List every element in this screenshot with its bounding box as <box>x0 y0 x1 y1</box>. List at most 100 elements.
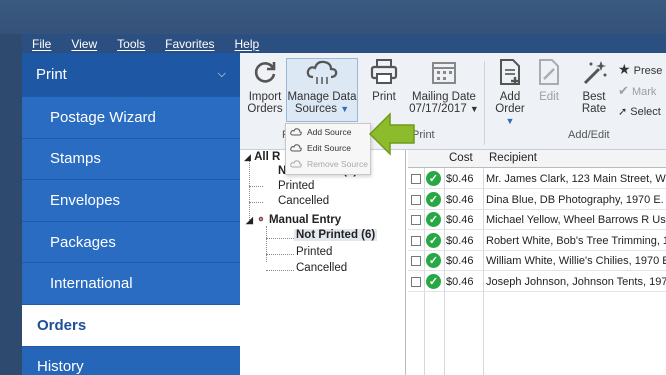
edit-source-label: Edit Source <box>307 143 351 153</box>
menu-favorites[interactable]: Favorites <box>155 37 224 51</box>
menu-file[interactable]: File <box>22 37 61 51</box>
table-row[interactable]: ✓ $0.46 Dina Blue, DB Photography, 1970 E.… <box>408 190 666 210</box>
print-button[interactable]: Print <box>366 57 402 103</box>
sidebar-item-print[interactable]: Print ⌵ <box>22 53 240 97</box>
tree-node-cancelled[interactable]: Cancelled <box>278 195 329 207</box>
tree-node-all[interactable]: ◢ All R <box>244 151 280 163</box>
row-checkbox[interactable] <box>411 276 421 287</box>
row-checkbox[interactable] <box>411 235 421 246</box>
edit-document-icon <box>539 59 559 85</box>
row-checkbox[interactable] <box>411 215 421 225</box>
row-checkbox[interactable] <box>411 256 421 266</box>
column-header-recipient[interactable]: Recipient <box>489 152 537 164</box>
cloud-icon <box>306 60 338 84</box>
menu-help[interactable]: Help <box>225 37 270 51</box>
checkmark-icon: ✓ <box>426 191 441 207</box>
sidebar-item-label: History <box>37 358 84 375</box>
recipient-cell: Joseph Johnson, Johnson Tents, 197 <box>486 275 666 288</box>
add-source-label: Add Source <box>307 127 352 137</box>
import-orders-button[interactable]: Import Orders <box>244 57 286 115</box>
recipient-cell: Michael Yellow, Wheel Barrows R Us <box>486 214 666 226</box>
tree-label: Not Printed (6) <box>294 229 378 241</box>
collapse-icon: ◢ <box>246 215 253 225</box>
mailing-date-button[interactable]: Mailing Date 07/17/2017 ▼ <box>406 57 482 115</box>
edit-source-menu-item[interactable]: Edit Source <box>286 140 370 156</box>
sidebar-item-orders[interactable]: Orders <box>22 304 240 347</box>
tag-icon: ⚬ <box>256 214 266 226</box>
mark-button[interactable]: ✔ Mark <box>618 81 662 102</box>
table-row[interactable]: ✓ $0.46 Michael Yellow, Wheel Barrows R Us <box>408 210 666 230</box>
dropdown-caret-icon: ▼ <box>469 104 479 114</box>
sidebar-item-postage-wizard[interactable]: Postage Wizard <box>22 97 240 139</box>
preset-label: Prese <box>633 65 663 77</box>
collapse-icon: ◢ <box>244 152 251 162</box>
tree-line <box>266 270 294 271</box>
dropdown-caret-icon: ▼ <box>505 116 515 126</box>
grid-header: Cost Recipient <box>408 150 666 168</box>
table-row[interactable]: ✓ $0.46 Robert White, Bob's Tree Trimming,… <box>408 231 666 251</box>
checkmark-icon: ✔ <box>618 83 629 98</box>
tree-node-not-printed-6[interactable]: Not Printed (6) <box>294 229 378 241</box>
order-tree: ◢ All R Not Printed (0) Printed Cancelle… <box>240 150 406 375</box>
magic-wand-icon <box>583 61 607 85</box>
cloud-icon <box>290 144 302 152</box>
tree-node-printed[interactable]: Printed <box>278 180 314 192</box>
row-checkbox[interactable] <box>411 194 421 205</box>
tree-label: Printed <box>296 246 333 258</box>
sidebar-item-label: Packages <box>50 233 116 251</box>
sidebar-item-stamps[interactable]: Stamps <box>22 138 240 181</box>
menu-bar: File View Tools Favorites Help <box>22 34 666 53</box>
add-order-button[interactable]: Add Order ▼ <box>490 57 530 127</box>
menu-view[interactable]: View <box>61 37 107 51</box>
sidebar-item-history[interactable]: History <box>22 347 240 375</box>
recipient-cell: William White, Willie's Chilies, 1970 E <box>486 255 666 267</box>
manage-label-2: Sources <box>294 103 338 115</box>
edit-label: Edit <box>539 91 559 103</box>
remove-source-label: Remove Source <box>307 159 368 169</box>
recipient-cell: Mr. James Clark, 123 Main Street, Wra <box>486 173 666 185</box>
manage-data-sources-button[interactable]: Manage Data Sources ▼ <box>286 57 358 115</box>
tree-line <box>266 238 294 239</box>
sidebar-item-packages[interactable]: Packages <box>22 221 240 264</box>
cost-cell: $0.46 <box>446 193 474 206</box>
select-button[interactable]: ➚ Select <box>618 102 662 122</box>
tree-label: Printed <box>278 180 315 192</box>
cost-cell: $0.46 <box>446 255 474 267</box>
printer-icon <box>370 59 398 84</box>
cloud-icon <box>290 160 302 168</box>
sidebar-item-label: Stamps <box>50 150 101 168</box>
menu-tools[interactable]: Tools <box>107 37 155 51</box>
tree-label: Cancelled <box>296 262 348 274</box>
cost-cell: $0.46 <box>446 173 474 185</box>
add-source-menu-item[interactable]: Add Source <box>286 124 370 140</box>
manage-sources-dropdown: Add Source Edit Source Remove Source <box>285 123 371 175</box>
preset-button[interactable]: ★ Prese <box>618 59 662 81</box>
checkmark-icon: ✓ <box>426 232 441 248</box>
table-row[interactable]: ✓ $0.46 Joseph Johnson, Johnson Tents, 197 <box>408 272 666 292</box>
sidebar-item-international[interactable]: International <box>22 263 240 305</box>
dropdown-caret-icon: ▼ <box>340 104 350 114</box>
sidebar-item-envelopes[interactable]: Envelopes <box>22 180 240 222</box>
import-label-1: Import <box>248 91 282 103</box>
checkmark-icon: ✓ <box>426 171 441 186</box>
column-header-cost[interactable]: Cost <box>449 152 473 164</box>
tree-line <box>266 226 267 262</box>
row-checkbox[interactable] <box>411 174 421 184</box>
table-row[interactable]: ✓ $0.46 Mr. James Clark, 123 Main Street, … <box>408 169 666 189</box>
refresh-icon <box>254 62 276 83</box>
remove-source-menu-item[interactable]: Remove Source <box>286 156 370 172</box>
edit-button[interactable]: Edit <box>534 57 564 103</box>
tree-node-printed-2[interactable]: Printed <box>296 246 332 258</box>
tree-line <box>266 254 294 255</box>
add-order-label-2: Order <box>495 103 525 115</box>
table-row[interactable]: ✓ $0.46 William White, Willie's Chilies, 1… <box>408 251 666 271</box>
tree-label: Manual Entry <box>268 214 342 226</box>
sidebar-item-label: Envelopes <box>50 191 121 209</box>
calendar-icon <box>432 62 456 84</box>
add-order-label-1: Add <box>499 91 521 103</box>
main-content: Import Orders Manage Data Sources ▼ Prin… <box>240 53 666 375</box>
tree-node-cancelled-2[interactable]: Cancelled <box>296 262 347 274</box>
group-separator <box>484 61 485 145</box>
tree-node-manual-entry[interactable]: ◢ ⚬ Manual Entry <box>246 212 341 226</box>
best-rate-button[interactable]: Best Rate <box>576 57 612 115</box>
